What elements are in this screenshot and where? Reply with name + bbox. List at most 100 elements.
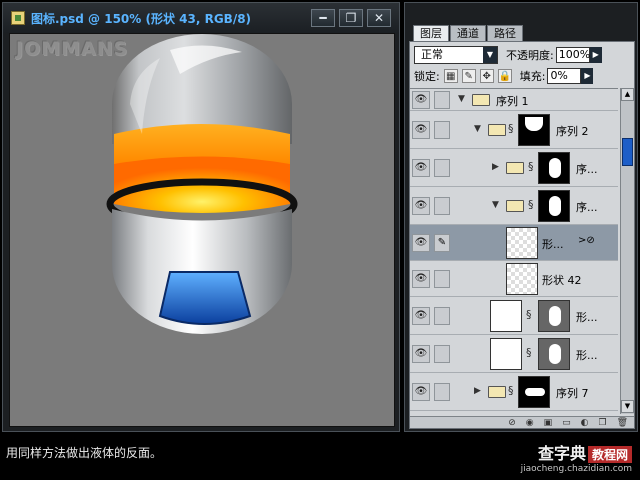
layer-row[interactable]: 👁 ▶ § 序列 7 bbox=[410, 373, 618, 411]
opacity-arrow-icon[interactable]: ▶ bbox=[589, 47, 602, 63]
layer-mask-thumbnail[interactable] bbox=[538, 300, 570, 332]
layer-effects-icon[interactable]: >⊘ bbox=[578, 235, 595, 246]
site-watermark: 查字典 教程网 jiaocheng.chazidian.com bbox=[521, 440, 632, 474]
layer-thumbnail[interactable] bbox=[506, 263, 538, 295]
opacity-label: 不透明度: bbox=[506, 49, 554, 62]
layer-mask-thumbnail[interactable] bbox=[538, 190, 570, 222]
layer-name: 形状 42 bbox=[542, 274, 582, 287]
layer-row[interactable]: 👁 § 形... bbox=[410, 335, 618, 373]
blend-mode-value: 正常 bbox=[421, 48, 443, 61]
link-slot[interactable] bbox=[434, 159, 450, 177]
watermark-logo: JOMMANS bbox=[16, 38, 129, 60]
layers-panel-body: 正常 ▼ 不透明度: 100% ▶ 锁定: ▦ ✎ ✥ 🔒 填充: 0% ▶ 👁… bbox=[409, 41, 635, 429]
blend-row: 正常 ▼ 不透明度: 100% ▶ bbox=[414, 46, 602, 64]
layer-mask-thumbnail[interactable] bbox=[518, 376, 550, 408]
folder-icon bbox=[472, 94, 490, 106]
eye-icon[interactable]: 👁 bbox=[412, 121, 430, 139]
eye-icon[interactable]: 👁 bbox=[412, 234, 430, 252]
layer-thumbnail[interactable] bbox=[506, 227, 538, 259]
lock-position-icon[interactable]: ✥ bbox=[479, 69, 494, 83]
adjustment-thumbnail[interactable] bbox=[490, 338, 522, 370]
new-group-icon[interactable]: ▭ bbox=[562, 418, 571, 428]
chevron-down-icon[interactable]: ▼ bbox=[474, 124, 481, 134]
layer-row-selected[interactable]: 👁 ✎ 形... >⊘ bbox=[410, 225, 618, 261]
layers-list: 👁 ▼ 序列 1 👁 ▼ § 序列 2 👁 ▶ § 序... 👁 ▼ § 序..… bbox=[410, 88, 618, 414]
layer-row[interactable]: 👁 ▼ 序列 1 bbox=[410, 89, 618, 111]
layer-mask-thumbnail[interactable] bbox=[538, 338, 570, 370]
document-titlebar[interactable]: 图标.psd @ 150% (形状 43, RGB/8) ━ ❐ ✕ bbox=[3, 3, 399, 33]
trash-icon[interactable]: 🗑 bbox=[617, 418, 628, 428]
link-slot[interactable] bbox=[434, 121, 450, 139]
add-mask-icon[interactable]: ▣ bbox=[544, 418, 553, 428]
adjustment-thumbnail[interactable] bbox=[490, 300, 522, 332]
layer-name: 序列 7 bbox=[556, 387, 589, 400]
restore-button[interactable]: ❐ bbox=[339, 9, 363, 27]
layer-row[interactable]: 👁 ▼ § 序列 2 bbox=[410, 111, 618, 149]
layers-bottom-toolbar: ⊘ ◉ ▣ ▭ ◐ ❐ 🗑 bbox=[410, 416, 634, 428]
tab-layers[interactable]: 图层 bbox=[413, 25, 449, 41]
eye-icon[interactable]: 👁 bbox=[412, 345, 430, 363]
eye-icon[interactable]: 👁 bbox=[412, 159, 430, 177]
folder-icon bbox=[506, 200, 524, 212]
fill-label: 填充: bbox=[519, 70, 546, 83]
folder-icon bbox=[506, 162, 524, 174]
eye-icon[interactable]: 👁 bbox=[412, 307, 430, 325]
opacity-input[interactable]: 100% bbox=[555, 47, 590, 63]
minimize-button[interactable]: ━ bbox=[311, 9, 335, 27]
tab-paths[interactable]: 路径 bbox=[487, 25, 523, 41]
chevron-down-icon[interactable]: ▼ bbox=[492, 200, 499, 210]
lock-transparency-icon[interactable]: ▦ bbox=[443, 69, 458, 83]
tutorial-caption: 用同样方法做出液体的反面。 bbox=[6, 446, 163, 460]
scroll-down-icon[interactable]: ▼ bbox=[621, 400, 634, 413]
link-slot[interactable] bbox=[434, 307, 450, 325]
new-layer-icon[interactable]: ❐ bbox=[598, 418, 606, 428]
add-layer-style-icon[interactable]: ◉ bbox=[526, 418, 534, 428]
chain-icon: § bbox=[526, 308, 532, 321]
chevron-down-icon[interactable]: ▼ bbox=[483, 47, 497, 63]
layer-name: 序... bbox=[576, 163, 598, 176]
layer-row[interactable]: 👁 § 形... bbox=[410, 297, 618, 335]
link-slot[interactable] bbox=[434, 91, 450, 109]
layer-name: 形... bbox=[576, 349, 598, 362]
layer-mask-thumbnail[interactable] bbox=[518, 114, 550, 146]
scroll-up-icon[interactable]: ▲ bbox=[621, 88, 634, 101]
link-slot[interactable] bbox=[434, 270, 450, 288]
layer-name: 序列 1 bbox=[496, 95, 529, 108]
document-canvas[interactable]: JOMMANS bbox=[9, 33, 395, 427]
eye-icon[interactable]: 👁 bbox=[412, 383, 430, 401]
screenshot-stage: 图标.psd @ 150% (形状 43, RGB/8) ━ ❐ ✕ JOMMA… bbox=[0, 0, 640, 480]
eye-icon[interactable]: 👁 bbox=[412, 91, 430, 109]
tab-channels[interactable]: 通道 bbox=[450, 25, 486, 41]
link-layers-icon[interactable]: ⊘ bbox=[508, 418, 516, 428]
layer-row[interactable]: 👁 ▶ § 序... bbox=[410, 149, 618, 187]
layer-name: 形... bbox=[542, 238, 564, 251]
site-brand: 查字典 教程网 bbox=[521, 440, 632, 464]
chevron-right-icon[interactable]: ▶ bbox=[474, 386, 481, 396]
link-slot[interactable] bbox=[434, 197, 450, 215]
layer-name: 序列 2 bbox=[556, 125, 589, 138]
layer-mask-thumbnail[interactable] bbox=[538, 152, 570, 184]
chevron-down-icon[interactable]: ▼ bbox=[458, 94, 465, 104]
eye-icon[interactable]: 👁 bbox=[412, 270, 430, 288]
panel-tabs: 图层 通道 路径 bbox=[413, 25, 524, 41]
close-button[interactable]: ✕ bbox=[367, 9, 391, 27]
lock-all-icon[interactable]: 🔒 bbox=[497, 69, 512, 83]
scroll-thumb[interactable] bbox=[622, 138, 633, 166]
chain-icon: § bbox=[508, 384, 514, 397]
adjustment-layer-icon[interactable]: ◐ bbox=[581, 418, 589, 428]
lock-image-icon[interactable]: ✎ bbox=[461, 69, 476, 83]
chain-icon: § bbox=[526, 346, 532, 359]
chevron-right-icon[interactable]: ▶ bbox=[492, 162, 499, 172]
fill-arrow-icon[interactable]: ▶ bbox=[581, 68, 594, 84]
fill-input[interactable]: 0% bbox=[547, 68, 582, 84]
blend-mode-select[interactable]: 正常 ▼ bbox=[414, 46, 498, 64]
link-slot[interactable] bbox=[434, 383, 450, 401]
layers-scrollbar[interactable]: ▲ ▼ bbox=[620, 88, 634, 414]
brush-icon[interactable]: ✎ bbox=[434, 234, 450, 252]
document-title: 图标.psd @ 150% (形状 43, RGB/8) bbox=[31, 11, 252, 26]
eye-icon[interactable]: 👁 bbox=[412, 197, 430, 215]
layer-row[interactable]: 👁 形状 42 bbox=[410, 261, 618, 297]
layer-row[interactable]: 👁 ▼ § 序... bbox=[410, 187, 618, 225]
link-slot[interactable] bbox=[434, 345, 450, 363]
lock-row: 锁定: ▦ ✎ ✥ 🔒 填充: 0% ▶ bbox=[414, 68, 594, 84]
